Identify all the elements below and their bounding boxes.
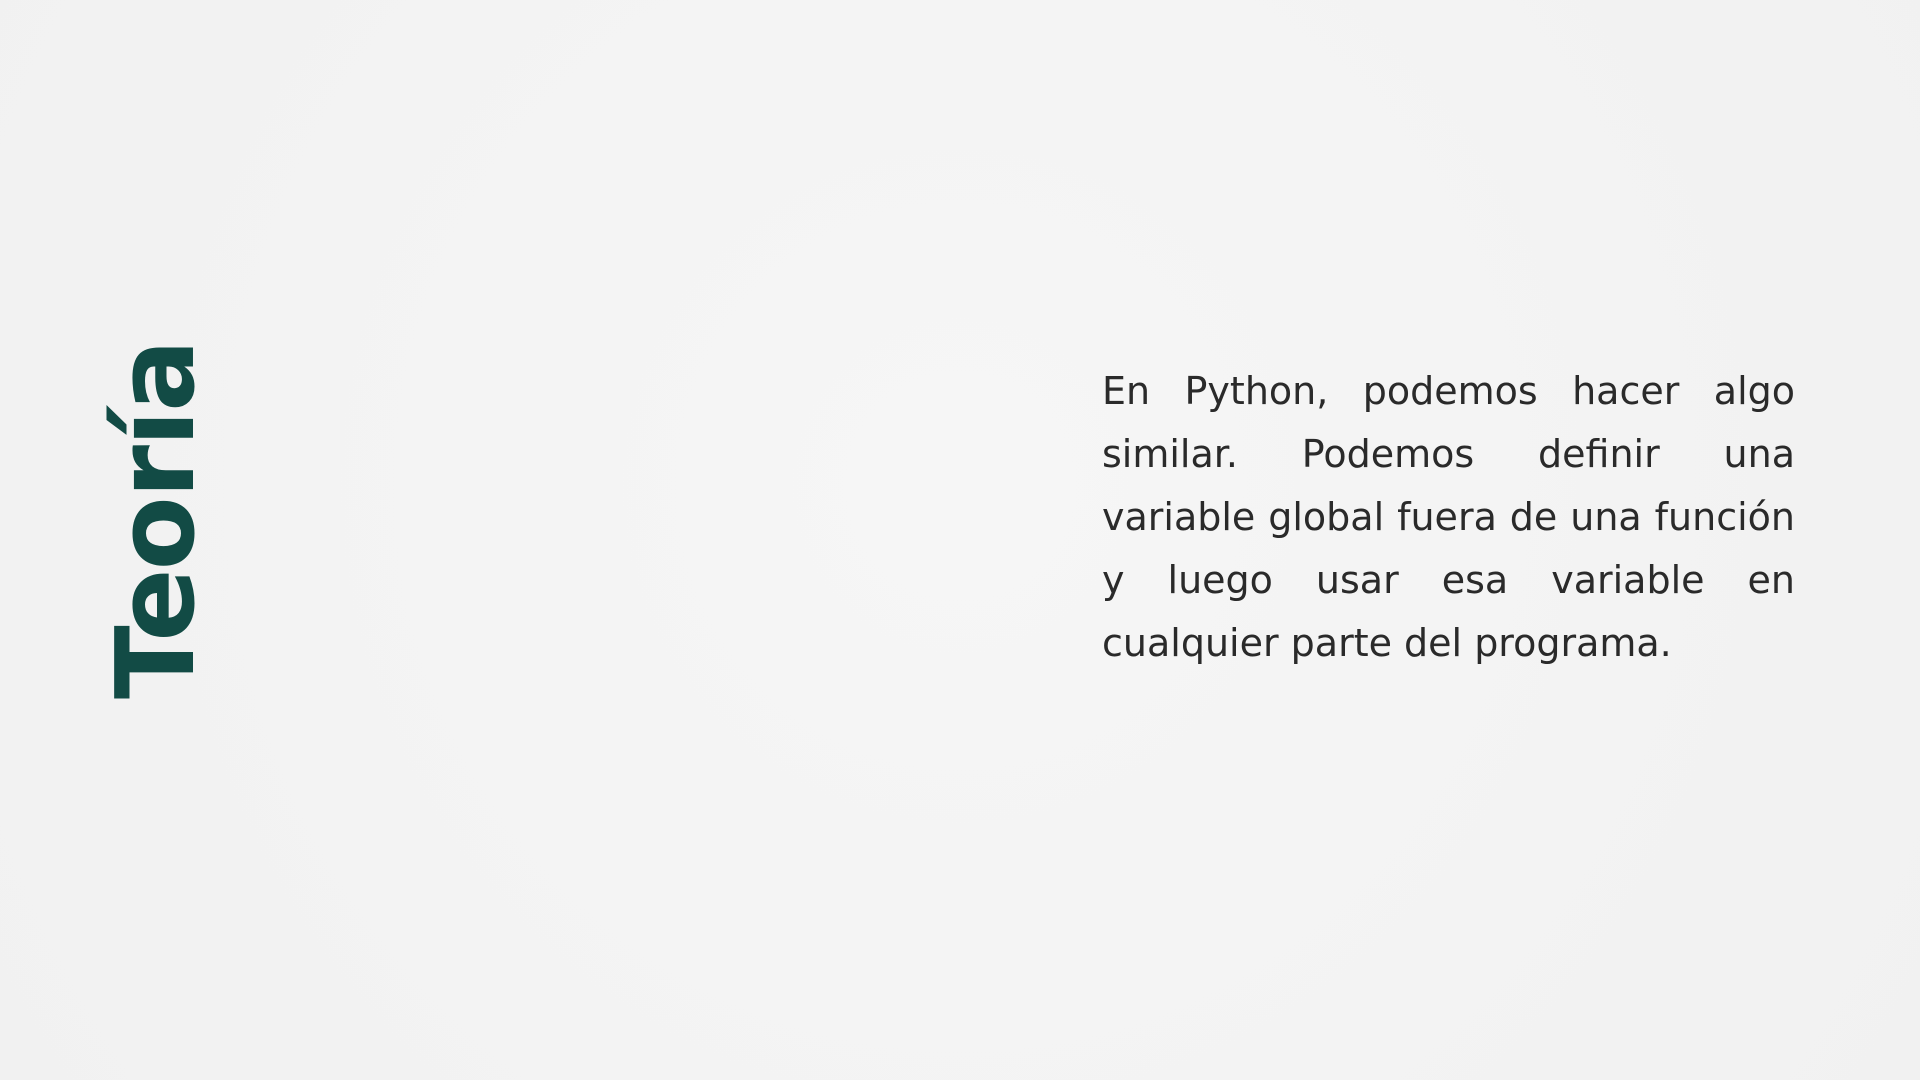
slide-title: Teoría (94, 341, 219, 699)
body-paragraph: En Python, podemos hacer algo similar. P… (1102, 369, 1795, 665)
slide: Teoría En Python, podemos hacer algo sim… (0, 0, 1920, 1080)
